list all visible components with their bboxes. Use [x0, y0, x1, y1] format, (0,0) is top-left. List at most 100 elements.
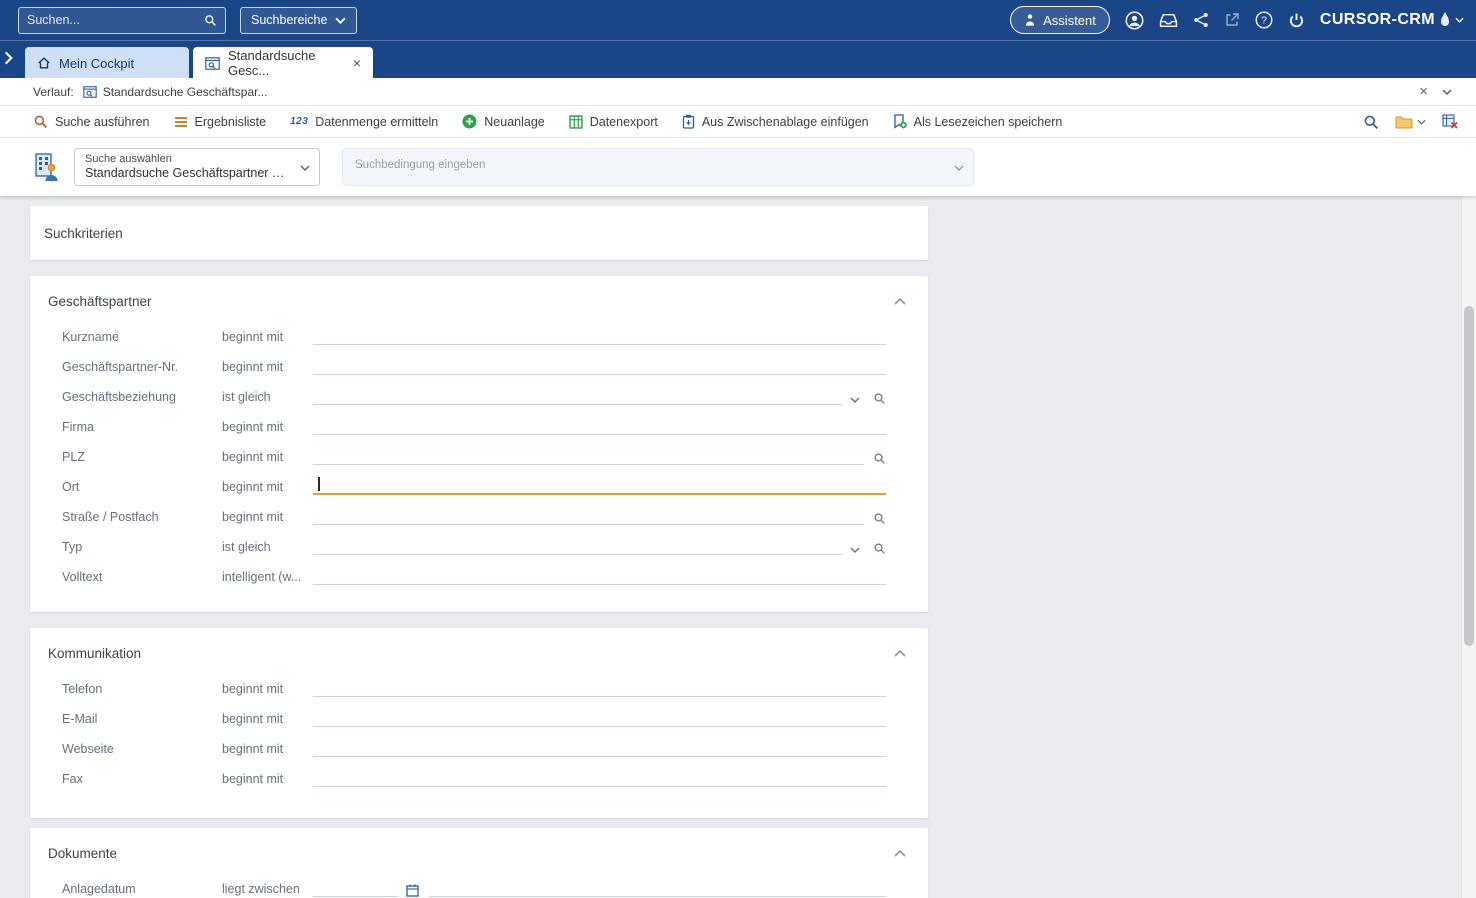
value-input[interactable] [313, 356, 886, 381]
section-header: Kommunikation [30, 628, 928, 661]
brand-caret-icon[interactable] [1455, 17, 1464, 23]
chevron-up-icon[interactable] [894, 850, 906, 857]
operator-label[interactable]: beginnt mit [222, 510, 313, 531]
expand-sidebar-button[interactable] [4, 51, 13, 65]
search-areas-dropdown[interactable]: Suchbereiche [240, 7, 357, 34]
search-select-value: Standardsuche Geschäftspartner mit ... [85, 166, 293, 180]
criteria-row-strasse: Straße / Postfach beginnt mit [30, 501, 928, 531]
value-input[interactable] [313, 878, 886, 898]
section-title: Kommunikation [48, 646, 141, 661]
operator-label[interactable]: beginnt mit [222, 480, 313, 501]
operator-label[interactable]: ist gleich [222, 390, 313, 411]
new-record-label: Neuanlage [484, 115, 544, 129]
brand-name: CURSOR-CRM [1320, 11, 1435, 29]
operator-label[interactable]: intelligent (w... [222, 570, 313, 591]
new-record-button[interactable]: Neuanlage [462, 114, 544, 129]
operator-label[interactable]: beginnt mit [222, 420, 313, 441]
external-link-icon[interactable] [1224, 12, 1240, 28]
lookup-icon[interactable] [873, 392, 886, 405]
search-icon[interactable] [204, 14, 217, 27]
saved-searches-folder-button[interactable] [1395, 115, 1426, 129]
value-input-focused[interactable] [313, 475, 886, 501]
value-input[interactable] [313, 738, 886, 763]
window-search-icon [205, 57, 220, 70]
value-input[interactable] [313, 678, 886, 703]
chevron-up-icon[interactable] [894, 298, 906, 305]
value-input[interactable] [313, 326, 886, 351]
chevron-down-icon[interactable] [850, 397, 860, 403]
data-export-button[interactable]: Datenexport [569, 115, 658, 129]
tab-mein-cockpit[interactable]: Mein Cockpit [25, 47, 189, 79]
value-input[interactable] [313, 566, 886, 591]
save-bookmark-button[interactable]: Als Lesezeichen speichern [893, 114, 1063, 129]
close-icon[interactable]: × [353, 56, 361, 70]
field-label: Fax [62, 772, 222, 793]
operator-label[interactable]: beginnt mit [222, 330, 313, 351]
operator-label[interactable]: beginnt mit [222, 360, 313, 381]
top-bar: Suchen... Suchbereiche Assistent [0, 0, 1476, 40]
save-bookmark-label: Als Lesezeichen speichern [914, 115, 1063, 129]
operator-label[interactable]: liegt zwischen [222, 882, 313, 898]
share-icon[interactable] [1193, 12, 1209, 28]
export-table-icon [569, 115, 583, 129]
global-search-input[interactable]: Suchen... [18, 7, 226, 34]
operator-label[interactable]: beginnt mit [222, 742, 313, 763]
paste-clipboard-button[interactable]: Aus Zwischenablage einfügen [682, 114, 869, 129]
search-condition-input[interactable]: Suchbedingung eingeben [342, 148, 974, 186]
section-title: Geschäftspartner [48, 294, 152, 309]
chevron-down-icon[interactable] [954, 165, 964, 171]
field-label: Straße / Postfach [62, 510, 222, 531]
value-input[interactable] [313, 768, 886, 793]
operator-label[interactable]: ist gleich [222, 540, 313, 561]
operator-label[interactable]: beginnt mit [222, 682, 313, 703]
operator-label[interactable]: beginnt mit [222, 450, 313, 471]
search-select-combobox[interactable]: Suche auswählen Standardsuche Geschäftsp… [74, 148, 320, 186]
power-icon[interactable] [1288, 12, 1305, 29]
value-input[interactable] [313, 506, 886, 531]
section-header: Geschäftspartner [30, 276, 928, 309]
toolbar-right-icons [1363, 114, 1458, 130]
history-item[interactable]: Standardsuche Geschäftspar... [83, 85, 268, 99]
plus-circle-icon [462, 114, 477, 129]
chevron-down-icon[interactable] [850, 547, 860, 553]
value-input[interactable] [313, 536, 886, 561]
run-search-button[interactable]: Suche ausführen [33, 114, 150, 129]
brand-logo: CURSOR-CRM [1320, 11, 1464, 29]
help-icon[interactable]: ? [1255, 11, 1273, 29]
value-input[interactable] [313, 416, 886, 441]
chevron-up-icon[interactable] [894, 650, 906, 657]
result-list-button[interactable]: Ergebnisliste [174, 115, 267, 129]
assistant-button[interactable]: Assistent [1010, 6, 1110, 34]
folder-icon [1395, 115, 1413, 129]
lookup-icon[interactable] [873, 452, 886, 465]
chevron-down-icon[interactable] [1442, 89, 1452, 95]
field-label: Kurzname [62, 330, 222, 351]
lookup-icon[interactable] [873, 512, 886, 525]
search-icon[interactable] [1363, 114, 1379, 130]
close-icon[interactable]: × [1419, 83, 1428, 100]
inbox-icon[interactable] [1159, 13, 1178, 28]
count-records-button[interactable]: 123 Datenmenge ermitteln [290, 115, 438, 129]
value-input[interactable] [313, 446, 886, 471]
vertical-scrollbar[interactable] [1461, 196, 1476, 898]
field-label: PLZ [62, 450, 222, 471]
application-window: Suchen... Suchbereiche Assistent [0, 0, 1476, 898]
operator-label[interactable]: beginnt mit [222, 712, 313, 733]
field-label: Firma [62, 420, 222, 441]
calendar-icon[interactable] [406, 884, 419, 897]
section-title: Dokumente [48, 846, 117, 861]
value-input[interactable] [313, 386, 886, 411]
business-partner-icon [33, 152, 59, 182]
tab-label: Standardsuche Gesc... [228, 48, 345, 78]
operator-label[interactable]: beginnt mit [222, 772, 313, 793]
value-input[interactable] [313, 708, 886, 733]
tab-bar: Mein Cockpit Standardsuche Gesc... × [0, 40, 1476, 79]
hide-criteria-icon[interactable] [1442, 114, 1458, 129]
lookup-icon[interactable] [873, 542, 886, 555]
scrollbar-thumb[interactable] [1464, 306, 1474, 646]
account-icon[interactable] [1125, 11, 1144, 30]
tab-standardsuche[interactable]: Standardsuche Gesc... × [193, 47, 373, 79]
chevron-down-icon[interactable] [300, 165, 310, 171]
data-export-label: Datenexport [590, 115, 658, 129]
text-cursor [318, 477, 320, 491]
